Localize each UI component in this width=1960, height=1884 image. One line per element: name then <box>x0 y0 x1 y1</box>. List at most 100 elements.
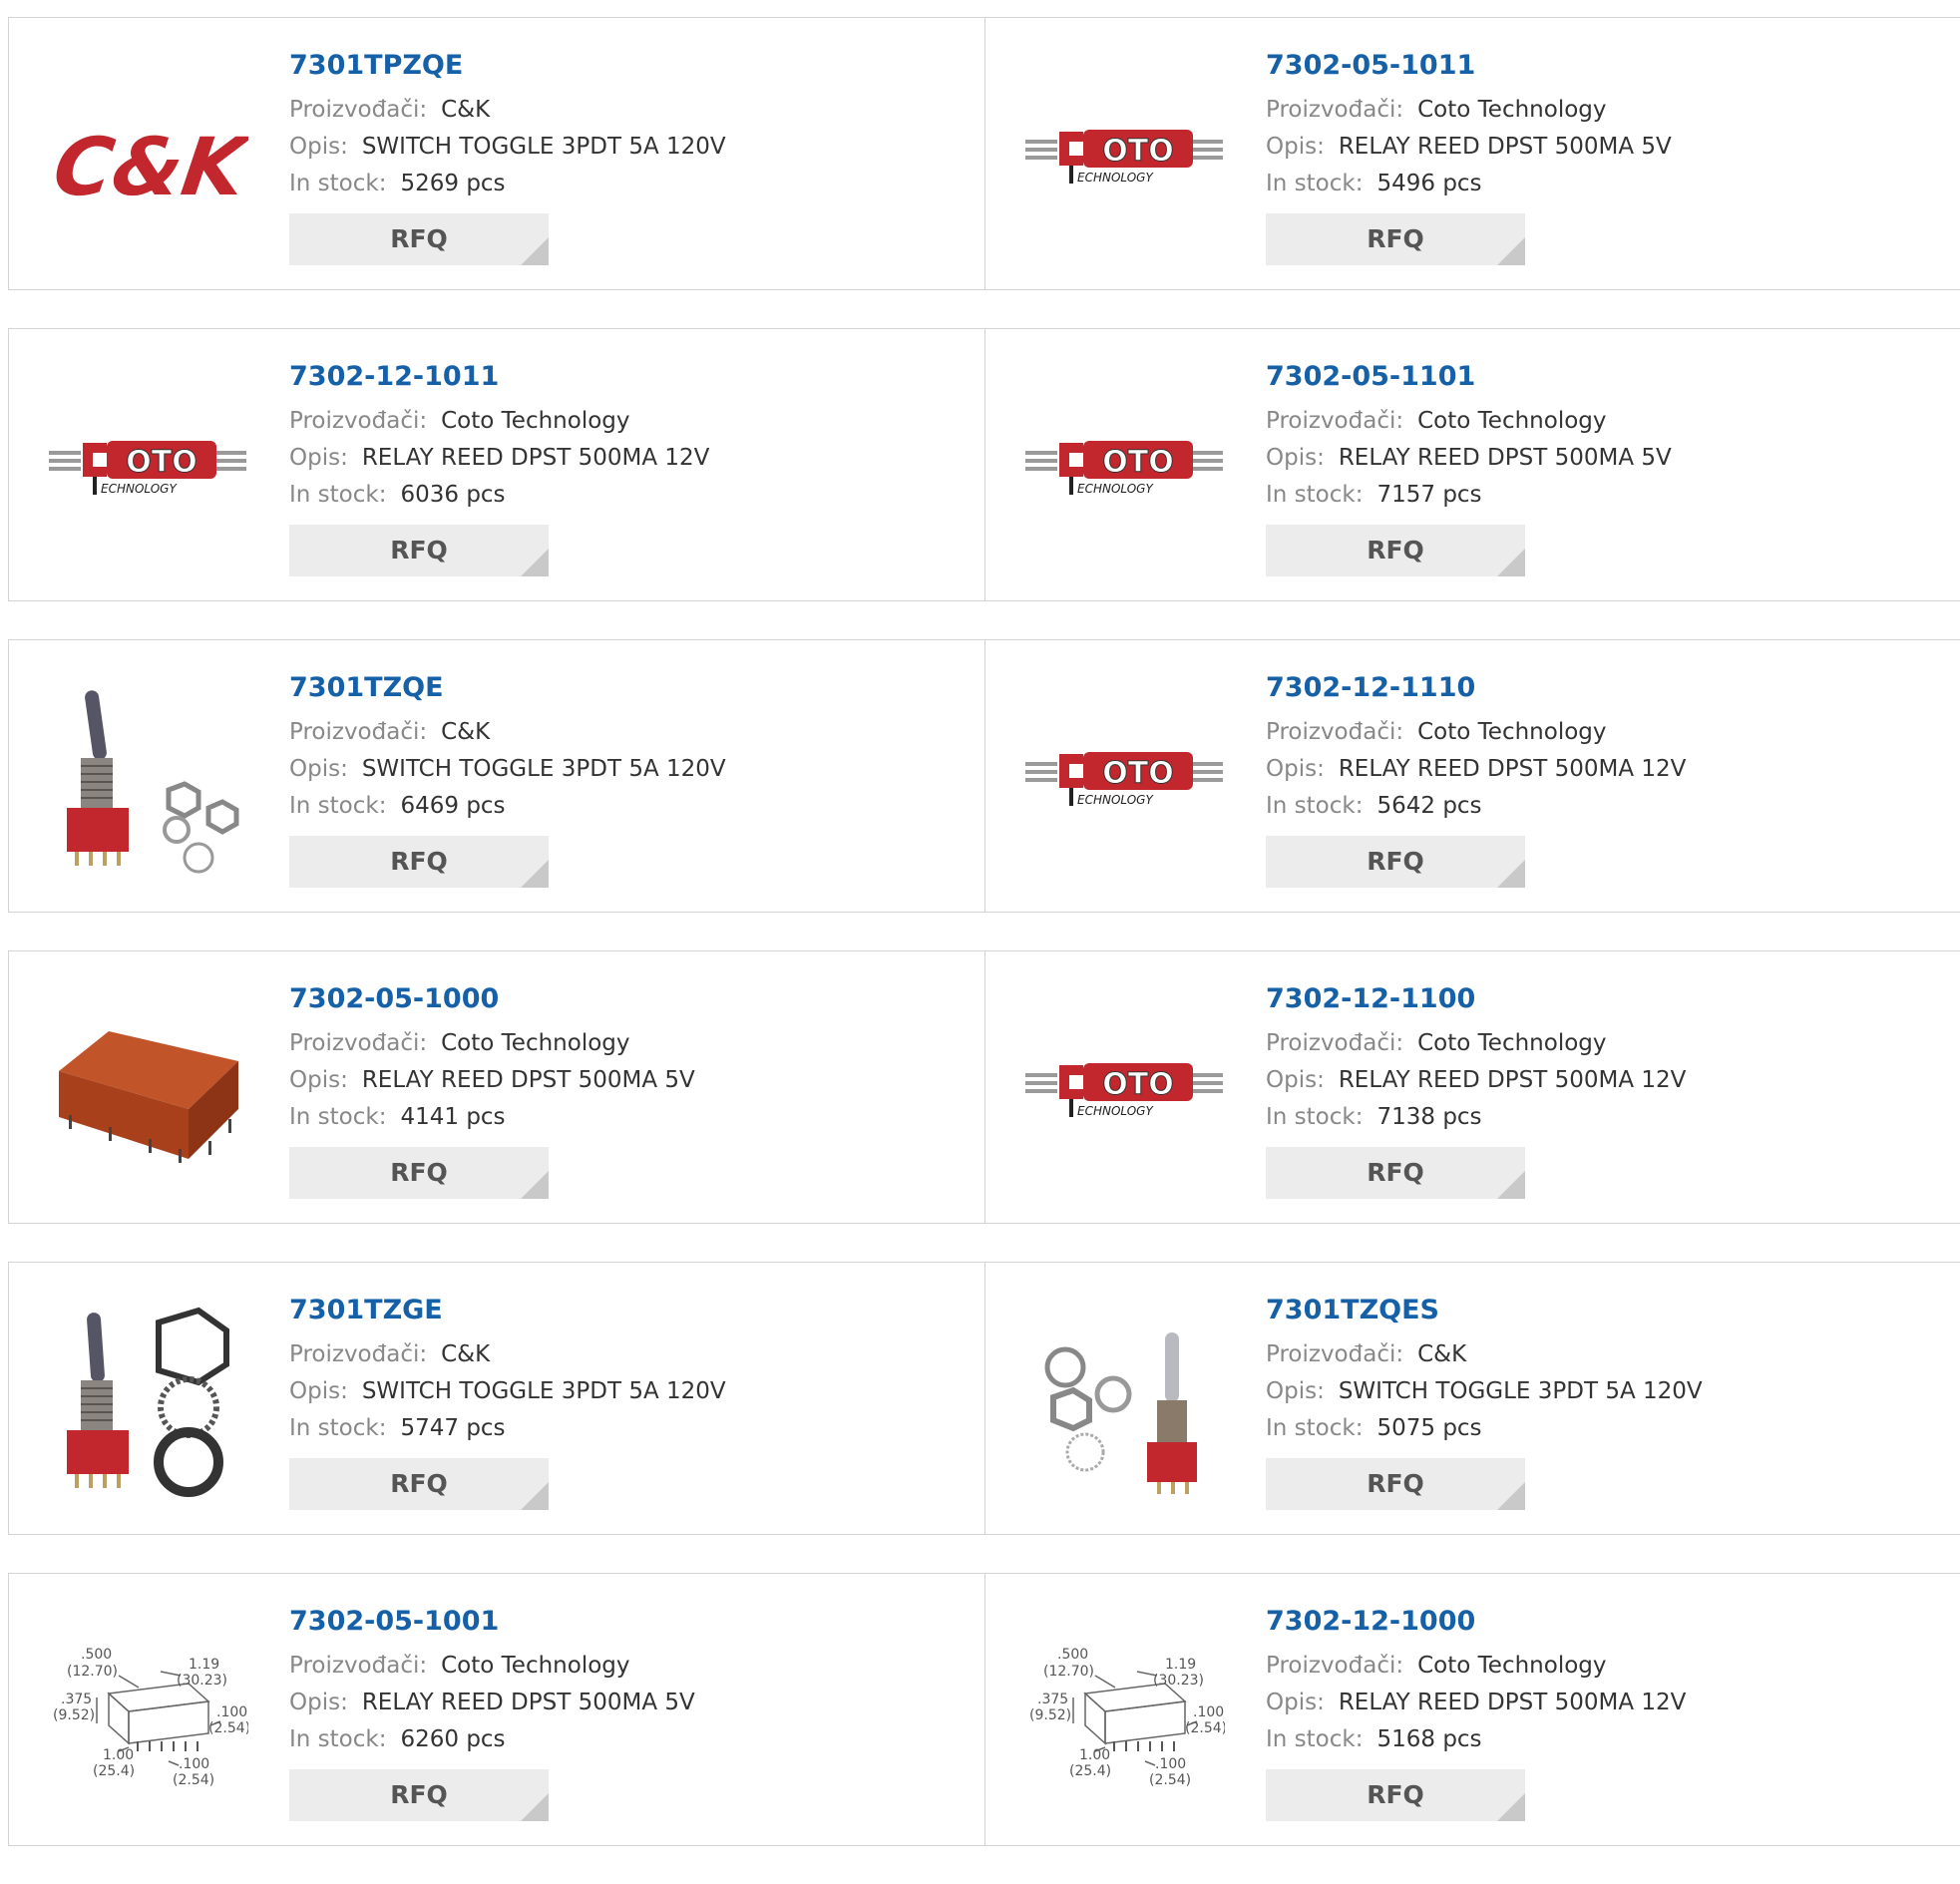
description-value: SWITCH TOGGLE 3PDT 5A 120V <box>361 756 726 782</box>
manufacturer-line: Proizvođači: C&K <box>289 714 948 751</box>
product-info: 7302-05-1011 Proizvođači: Coto Technology… <box>1266 46 1924 265</box>
rfq-button[interactable]: RFQ <box>1266 213 1525 265</box>
stock-label: In stock: <box>289 1104 387 1130</box>
stock-line: In stock: 5075 pcs <box>1266 1410 1924 1447</box>
product-image[interactable]: OTO ECHNOLOGY <box>49 369 248 568</box>
rfq-label: RFQ <box>1367 224 1424 253</box>
part-number-link[interactable]: 7302-12-1110 <box>1266 668 1924 714</box>
stock-line: In stock: 5168 pcs <box>1266 1721 1924 1758</box>
stock-value: 7138 pcs <box>1376 1104 1482 1130</box>
product-card: OTO ECHNOLOGY 7302-12-1100 Proizvođači: Co… <box>984 950 1960 1224</box>
product-image[interactable]: OTO ECHNOLOGY <box>1025 680 1225 880</box>
description-label: Opis: <box>289 134 348 160</box>
product-row: C&K 7301TPZQE Proizvođači: C&K Opis: SWITC… <box>8 17 1960 292</box>
stock-line: In stock: 6469 pcs <box>289 788 948 825</box>
stock-line: In stock: 5747 pcs <box>289 1410 948 1447</box>
manufacturer-line: Proizvođači: C&K <box>1266 1336 1924 1373</box>
coto-logo-sub: ECHNOLOGY <box>1077 171 1154 185</box>
manufacturer-value: Coto Technology <box>441 1030 630 1056</box>
product-row: OTO ECHNOLOGY 7302-12-1011 Proizvođači: Co… <box>8 328 1960 603</box>
manufacturer-label: Proizvođači: <box>1266 408 1404 434</box>
rfq-button[interactable]: RFQ <box>289 1769 549 1821</box>
product-image[interactable]: .500 (12.70) 1.19 (30.23) .375 (9.52) .100 (2.5… <box>49 1614 248 1813</box>
part-number-link[interactable]: 7301TZGE <box>289 1291 948 1336</box>
product-image[interactable] <box>49 991 248 1191</box>
part-number-link[interactable]: 7302-05-1101 <box>1266 357 1924 403</box>
stock-label: In stock: <box>1266 1415 1364 1441</box>
product-image[interactable] <box>49 1303 248 1502</box>
stock-value: 5747 pcs <box>400 1415 506 1441</box>
product-info: 7302-05-1000 Proizvođači: Coto Technology… <box>289 979 948 1199</box>
manufacturer-line: Proizvođači: Coto Technology <box>1266 1025 1924 1062</box>
part-number-link[interactable]: 7302-12-1100 <box>1266 979 1924 1025</box>
product-card: C&K 7301TPZQE Proizvođači: C&K Opis: SWITC… <box>8 17 985 290</box>
product-card: OTO ECHNOLOGY 7302-12-1011 Proizvođači: Co… <box>8 328 985 601</box>
manufacturer-value: C&K <box>441 719 491 745</box>
coto-logo-sub: ECHNOLOGY <box>101 482 178 496</box>
rfq-label: RFQ <box>1367 1469 1424 1498</box>
description-line: Opis: RELAY REED DPST 500MA 12V <box>1266 751 1924 788</box>
product-image[interactable]: OTO ECHNOLOGY <box>1025 991 1225 1191</box>
part-number-link[interactable]: 7302-05-1001 <box>289 1602 948 1648</box>
stock-label: In stock: <box>1266 1726 1364 1752</box>
product-card: 7301TZGE Proizvođači: C&K Opis: SWITCH TOG… <box>8 1262 985 1535</box>
stock-value: 5496 pcs <box>1376 171 1482 196</box>
description-value: RELAY REED DPST 500MA 5V <box>1338 134 1672 160</box>
product-image[interactable]: OTO ECHNOLOGY <box>1025 369 1225 568</box>
toggle-switch-photo <box>1044 1332 1197 1494</box>
manufacturer-value: Coto Technology <box>1417 97 1607 123</box>
part-number-link[interactable]: 7301TZQE <box>289 668 948 714</box>
stock-label: In stock: <box>1266 482 1364 508</box>
coto-logo: OTO ECHNOLOGY <box>1025 1063 1223 1118</box>
stock-line: In stock: 7157 pcs <box>1266 477 1924 514</box>
product-image[interactable]: .500 (12.70) 1.19 (30.23) .375 (9.52) .100 (2.5… <box>1025 1614 1225 1813</box>
product-image[interactable]: OTO ECHNOLOGY <box>1025 58 1225 257</box>
description-line: Opis: RELAY REED DPST 500MA 5V <box>1266 440 1924 477</box>
coto-logo-sub: ECHNOLOGY <box>1077 793 1154 807</box>
product-card: OTO ECHNOLOGY 7302-05-1101 Proizvođači: Co… <box>984 328 1960 601</box>
stock-line: In stock: 4141 pcs <box>289 1099 948 1136</box>
rfq-button[interactable]: RFQ <box>1266 1458 1525 1510</box>
manufacturer-label: Proizvođači: <box>289 1341 428 1367</box>
coto-logo: OTO ECHNOLOGY <box>1025 130 1223 185</box>
description-value: RELAY REED DPST 500MA 12V <box>1338 756 1687 782</box>
product-image[interactable]: C&K <box>49 58 248 257</box>
corner-triangle-icon <box>521 1171 549 1199</box>
part-number-link[interactable]: 7302-05-1011 <box>1266 46 1924 92</box>
description-line: Opis: RELAY REED DPST 500MA 12V <box>1266 1685 1924 1721</box>
description-value: SWITCH TOGGLE 3PDT 5A 120V <box>361 134 726 160</box>
stock-line: In stock: 7138 pcs <box>1266 1099 1924 1136</box>
rfq-button[interactable]: RFQ <box>1266 1147 1525 1199</box>
part-number-link[interactable]: 7302-05-1000 <box>289 979 948 1025</box>
rfq-label: RFQ <box>1367 847 1424 876</box>
product-image[interactable] <box>49 680 248 880</box>
rfq-button[interactable]: RFQ <box>1266 1769 1525 1821</box>
dimension-label: 1.19 <box>1165 1657 1196 1673</box>
part-number-link[interactable]: 7301TPZQE <box>289 46 948 92</box>
part-number-link[interactable]: 7301TZQES <box>1266 1291 1924 1336</box>
rfq-button[interactable]: RFQ <box>1266 525 1525 576</box>
description-value: SWITCH TOGGLE 3PDT 5A 120V <box>361 1378 726 1404</box>
part-number-link[interactable]: 7302-12-1011 <box>289 357 948 403</box>
rfq-button[interactable]: RFQ <box>289 525 549 576</box>
coto-logo-main: OTO <box>1102 134 1173 169</box>
product-info: 7301TZQES Proizvođači: C&K Opis: SWITCH TO… <box>1266 1291 1924 1510</box>
product-image[interactable] <box>1025 1303 1225 1502</box>
product-row: 7301TZGE Proizvođači: C&K Opis: SWITCH TOG… <box>8 1262 1960 1537</box>
ck-logo-text: C&K <box>49 120 248 212</box>
rfq-button[interactable]: RFQ <box>289 213 549 265</box>
stock-value: 6036 pcs <box>400 482 506 508</box>
dimension-label: .100 <box>1155 1756 1186 1772</box>
dimension-label: .500 <box>81 1647 112 1663</box>
rfq-button[interactable]: RFQ <box>289 836 549 888</box>
part-number-link[interactable]: 7302-12-1000 <box>1266 1602 1924 1648</box>
corner-triangle-icon <box>521 1482 549 1510</box>
description-line: Opis: SWITCH TOGGLE 3PDT 5A 120V <box>289 751 948 788</box>
description-label: Opis: <box>1266 1378 1325 1404</box>
stock-label: In stock: <box>289 793 387 819</box>
rfq-button[interactable]: RFQ <box>289 1458 549 1510</box>
rfq-button[interactable]: RFQ <box>1266 836 1525 888</box>
rfq-button[interactable]: RFQ <box>289 1147 549 1199</box>
dimension-label: (9.52) <box>53 1707 95 1723</box>
description-value: RELAY REED DPST 500MA 5V <box>1338 445 1672 471</box>
